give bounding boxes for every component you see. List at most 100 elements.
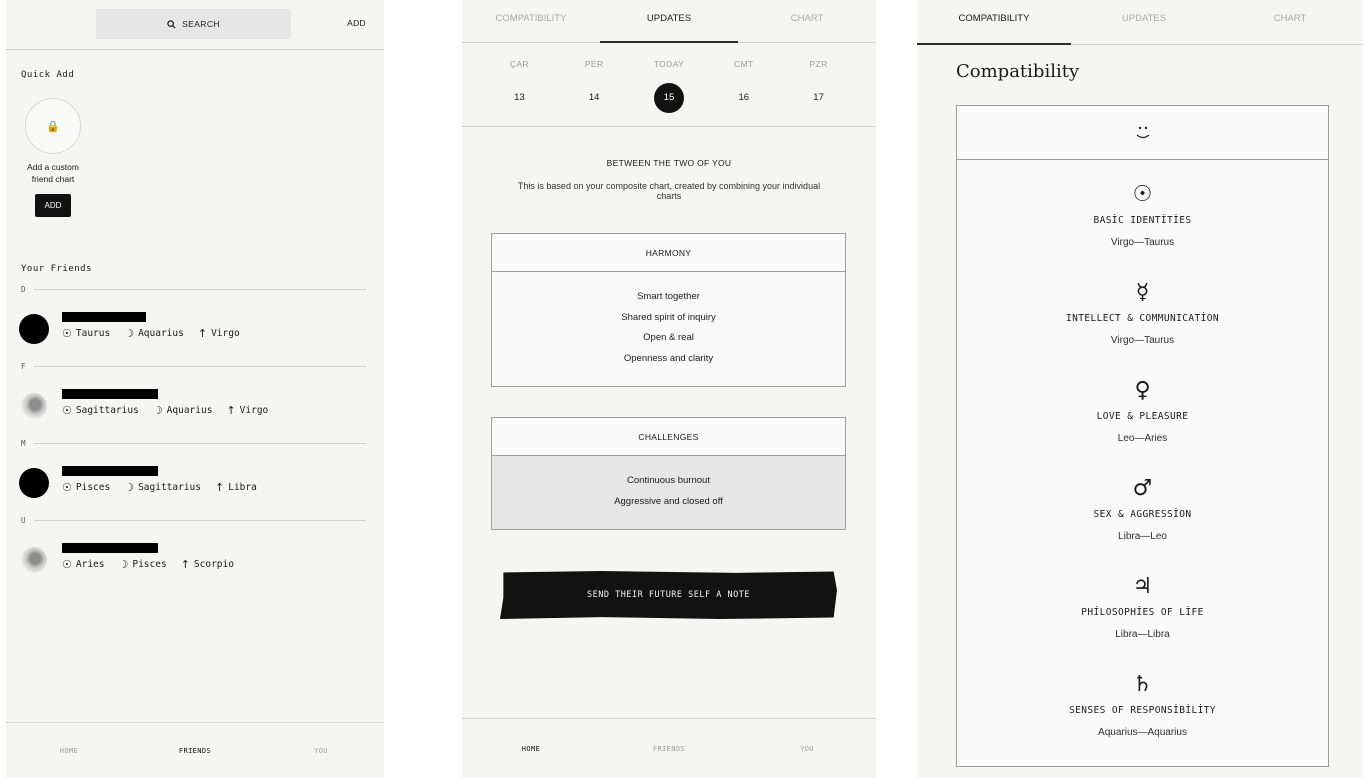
nav-you[interactable]: YOU xyxy=(738,745,876,753)
search-button[interactable]: SEARCH xyxy=(96,9,291,39)
day-number: 13 xyxy=(514,92,525,103)
planet-value: Leo—Aries xyxy=(1117,433,1168,444)
tab-updates[interactable]: UPDATES xyxy=(600,0,738,43)
day-number-selected: 15 xyxy=(653,83,684,113)
friend-signs: ☉ Pisces ☽ Sagittarius ↑ Libra xyxy=(62,481,257,494)
face-header xyxy=(957,106,1328,160)
list-item: Aggressive and closed off xyxy=(614,495,723,507)
tab-compatibility[interactable]: COMPATIBILITY xyxy=(917,0,1071,45)
tab-compatibility[interactable]: COMPATIBILITY xyxy=(462,0,600,42)
planet-label: BASİC IDENTİTİES xyxy=(1093,215,1192,226)
rising-arrow-icon: ↑ xyxy=(215,481,225,494)
nav-home[interactable]: HOME xyxy=(6,747,132,755)
planet-row-venus: ♀ LOVE & PLEASURE Leo—Aries xyxy=(957,377,1328,444)
search-icon xyxy=(167,19,176,29)
bottom-nav: HOME FRIENDS YOU xyxy=(462,718,876,778)
mars-icon: ♂ xyxy=(1132,476,1153,501)
moon-icon: ☽ xyxy=(152,404,163,417)
day-name: TODAY xyxy=(653,59,685,69)
rising-arrow-icon: ↑ xyxy=(197,327,208,340)
mercury-icon: ☿ xyxy=(1135,280,1150,305)
sun-icon: ☉ xyxy=(62,404,72,417)
day-item[interactable]: PER 14 xyxy=(575,59,613,126)
section-letter-f: F xyxy=(21,360,366,372)
avatar xyxy=(19,314,49,344)
planet-row-mercury: ☿ INTELLECT & COMMUNICATİON Virgo—Taurus xyxy=(957,279,1328,346)
planet-label: SEX & AGGRESSİON xyxy=(1093,509,1192,520)
custom-chart-avatar[interactable]: 🔒 xyxy=(25,98,81,154)
friend-signs: ☉ Sagittarius ☽ Aquarius ↑ Virgo xyxy=(62,404,269,417)
sun-icon: ☉ xyxy=(62,481,72,494)
planet-value: Libra—Leo xyxy=(1118,531,1167,542)
challenges-list: Continuous burnout Aggressive and closed… xyxy=(492,456,845,529)
tab-chart[interactable]: CHART xyxy=(1217,0,1363,44)
redacted-name xyxy=(62,543,158,553)
redacted-name xyxy=(62,312,146,322)
harmony-card: HARMONY Smart together Shared spirit of … xyxy=(491,233,846,387)
list-item: Shared spirit of inquiry xyxy=(621,311,716,323)
moon-icon: ☽ xyxy=(124,481,135,494)
section-letter-u: U xyxy=(21,514,366,526)
planet-value: Libra—Libra xyxy=(1115,629,1170,640)
rising-arrow-icon: ↑ xyxy=(226,404,236,417)
list-item: Continuous burnout xyxy=(627,475,710,486)
day-name: CMT xyxy=(733,59,754,69)
list-item: Open & real xyxy=(643,332,694,343)
day-item[interactable]: CMT 16 xyxy=(725,59,763,126)
redacted-name xyxy=(62,389,158,399)
tab-chart[interactable]: CHART xyxy=(738,0,876,42)
planet-row-sun: ☉ BASİC IDENTİTİES Virgo—Taurus xyxy=(957,181,1328,248)
custom-chart-add-button[interactable]: ADD xyxy=(35,194,71,217)
day-name: ÇAR xyxy=(509,59,529,69)
nav-friends[interactable]: FRIENDS xyxy=(600,745,738,753)
sun-icon: ☉ xyxy=(62,327,72,340)
rising-arrow-icon: ↑ xyxy=(180,558,190,571)
page-title: Compatibility xyxy=(956,61,1080,82)
day-item[interactable]: PZR 17 xyxy=(800,59,838,126)
day-selector: ÇAR 13 PER 14 TODAY 15 CMT 16 PZR 17 xyxy=(462,43,876,127)
planet-row-saturn: ♄ SENSES OF RESPONSİBİLİTY Aquarius—Aqua… xyxy=(957,671,1328,738)
harmony-title: HARMONY xyxy=(492,234,845,272)
day-item[interactable]: ÇAR 13 xyxy=(500,59,538,126)
add-friend-button[interactable]: ADD xyxy=(347,18,366,28)
saturn-icon: ♄ xyxy=(1132,672,1153,697)
sun-icon: ☉ xyxy=(1132,182,1153,207)
moon-icon: ☽ xyxy=(124,327,135,340)
planet-value: Virgo—Taurus xyxy=(1110,237,1175,248)
friend-signs: ☉ Taurus ☽ Aquarius ↑ Virgo xyxy=(62,327,240,340)
day-item-today[interactable]: TODAY 15 xyxy=(650,59,688,126)
avatar xyxy=(21,393,47,419)
between-subtitle: This is based on your composite chart, c… xyxy=(517,181,821,201)
nav-you[interactable]: YOU xyxy=(258,747,384,755)
search-label: SEARCH xyxy=(182,19,220,29)
updates-screen: COMPATIBILITY UPDATES CHART ÇAR 13 PER 1… xyxy=(462,0,876,778)
send-note-button[interactable]: SEND THEIR FUTURE SELF A NOTE xyxy=(500,571,837,619)
smiley-icon xyxy=(1136,126,1149,138)
avatar xyxy=(21,547,47,573)
lock-icon: 🔒 xyxy=(46,120,60,133)
jupiter-icon: ♃ xyxy=(1132,574,1153,599)
day-name: PER xyxy=(584,59,604,69)
challenges-card: CHALLENGES Continuous burnout Aggressive… xyxy=(491,417,846,530)
redacted-name xyxy=(62,466,158,476)
nav-home[interactable]: HOME xyxy=(462,745,600,753)
avatar xyxy=(19,468,49,498)
section-letter-d: D xyxy=(21,283,366,295)
nav-friends[interactable]: FRIENDS xyxy=(132,747,258,755)
compatibility-screen: COMPATIBILITY UPDATES CHART Compatibilit… xyxy=(917,0,1363,778)
sun-icon: ☉ xyxy=(62,558,72,571)
friends-screen: SEARCH ADD Quick Add 🔒 Add a custom frie… xyxy=(6,0,384,778)
bottom-nav: HOME FRIENDS YOU xyxy=(6,722,384,778)
planet-value: Virgo—Taurus xyxy=(1110,335,1175,346)
section-letter-m: M xyxy=(21,437,366,449)
compatibility-card: ☉ BASİC IDENTİTİES Virgo—Taurus ☿ INTELL… xyxy=(956,105,1329,767)
between-title: BETWEEN THE TWO OF YOU xyxy=(606,158,732,168)
quick-add-label: Quick Add xyxy=(21,70,75,80)
harmony-list: Smart together Shared spirit of inquiry … xyxy=(492,272,845,373)
tab-updates[interactable]: UPDATES xyxy=(1071,0,1217,44)
custom-chart-text: Add a custom friend chart xyxy=(27,162,79,184)
your-friends-label: Your Friends xyxy=(21,264,93,274)
planet-label: INTELLECT & COMMUNICATİON xyxy=(1066,313,1219,324)
planet-label: LOVE & PLEASURE xyxy=(1096,411,1189,422)
day-number: 14 xyxy=(588,92,600,103)
